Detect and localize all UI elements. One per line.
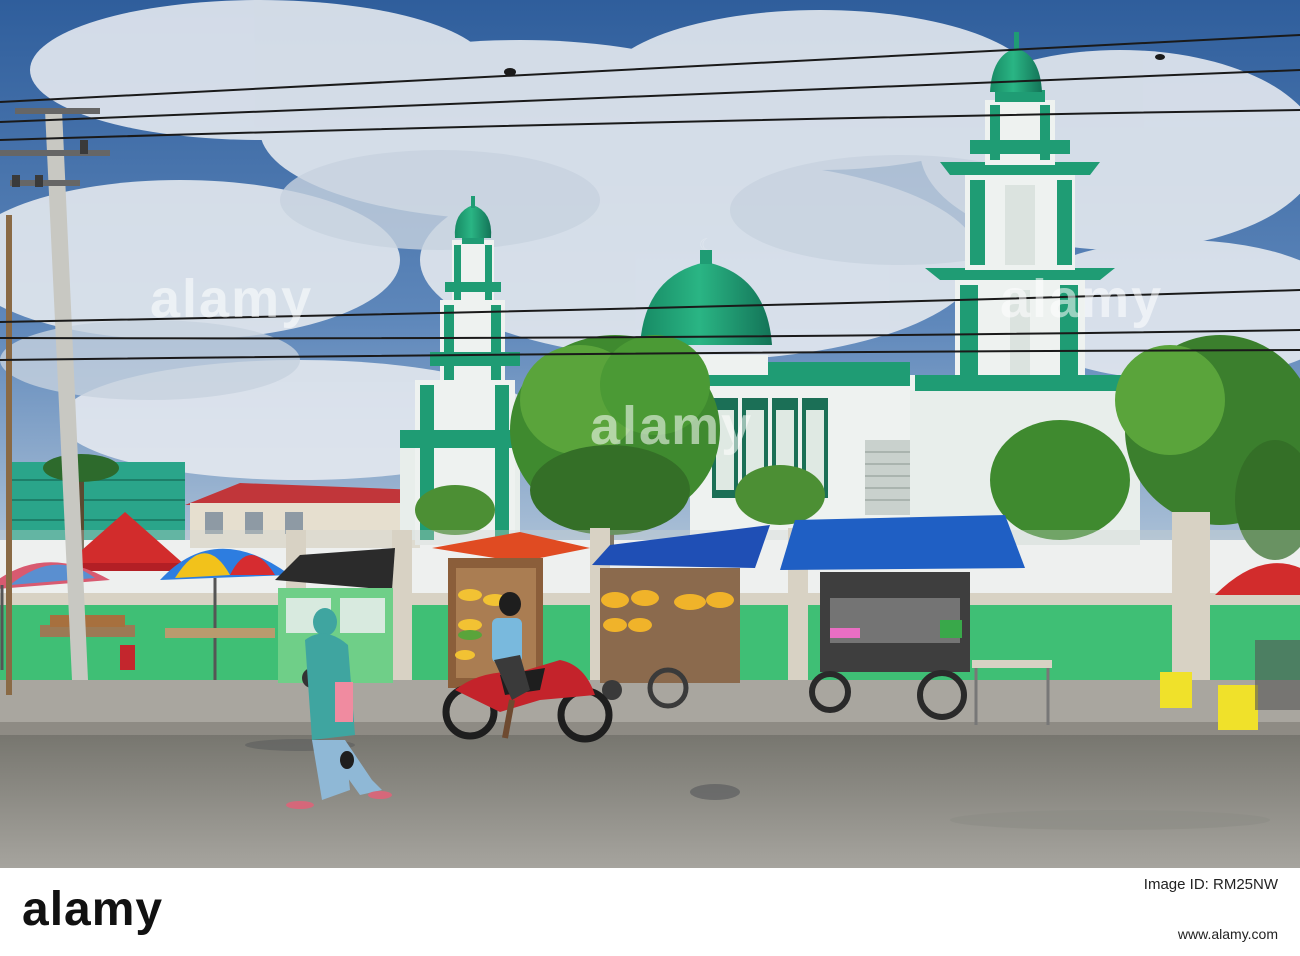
street-mosque-photo: ☾ xyxy=(0,0,1300,868)
alamy-logo: alamy xyxy=(22,883,164,936)
site-url: www.alamy.com xyxy=(1177,926,1278,942)
road xyxy=(0,735,1300,868)
footer-bar: alamy Image ID: RM25NW www.alamy.com xyxy=(0,868,1300,956)
image-id-label: Image ID: RM25NW xyxy=(1143,876,1278,893)
crescent-icon: ☾ xyxy=(699,235,713,254)
curb xyxy=(0,722,1300,736)
photo-frame: ☾ alamy alamy alamy alamy Image ID: RM25… xyxy=(0,0,1300,956)
